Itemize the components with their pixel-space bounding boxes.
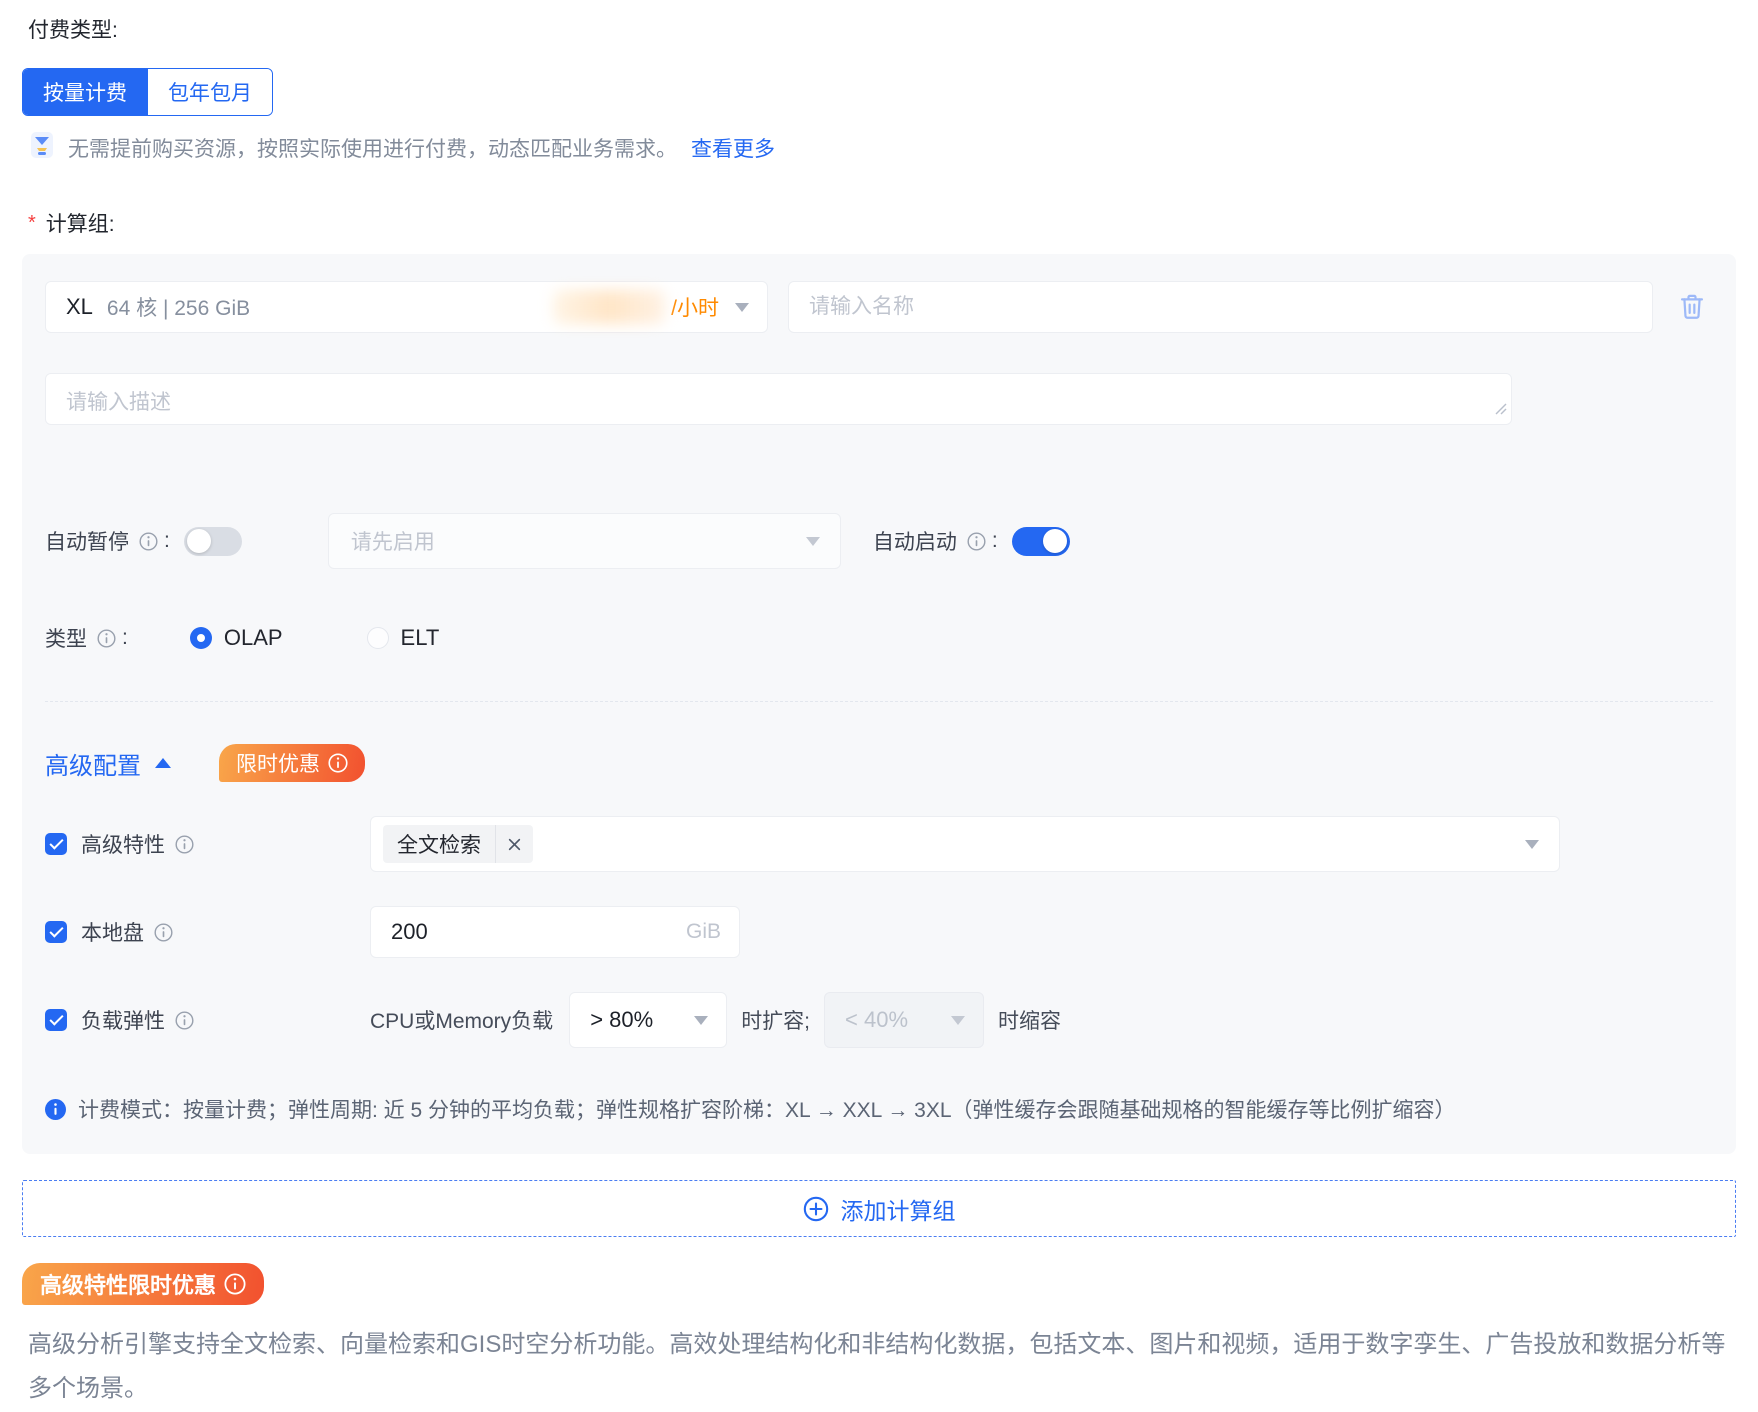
type-row: 类型 : OLAP ELT [45,623,1713,653]
load-elasticity-label: 负载弹性 [81,1010,165,1033]
load-elasticity-row: 负载弹性 CPU或Memory负载 > 80% 时扩容; < 40% 时缩容 [45,992,1713,1048]
billing-note-row: 计费模式：按量计费；弹性周期: 近 5 分钟的平均负载；弹性规格扩容阶梯：XL … [45,1094,1713,1124]
local-disk-size-input[interactable] [391,919,686,945]
chevron-down-icon [805,536,820,546]
info-icon[interactable] [139,531,158,551]
local-disk-row: 本地盘 GiB [45,906,1713,958]
chevron-up-icon[interactable] [155,758,171,768]
price-redacted-blur [553,290,666,324]
advanced-features-row: 高级特性 全文检索 [45,816,1713,872]
load-elasticity-checkbox[interactable] [45,1009,67,1031]
type-colon: : [122,626,128,649]
chevron-down-icon [1525,839,1539,849]
scale-up-threshold-value: > 80% [590,1007,654,1032]
price-unit: /小时 [671,297,719,320]
spec-detail: 64 核 | 256 GiB [106,297,251,320]
limited-time-offer-text: 限时优惠 [236,753,320,776]
delete-compute-group-button[interactable] [1679,293,1705,321]
limited-time-offer-badge: 限时优惠 [219,744,365,782]
promo-badge-text: 高级特性限时优惠 [40,1273,217,1298]
tab-pay-as-you-go[interactable]: 按量计费 [23,69,147,115]
dashed-divider [45,701,1713,702]
info-icon[interactable] [328,753,348,773]
compute-group-card: XL 64 核 | 256 GiB /小时 请输入名称 请输入描述 自动暂停:… [22,254,1736,1154]
chevron-down-icon [951,1015,966,1025]
auto-pause-toggle[interactable] [183,526,242,556]
auto-start-label: 自动启动 [872,531,957,554]
pause-select-placeholder: 请先启用 [350,531,435,554]
pay-as-you-go-icon [30,131,54,164]
local-disk-size-field: GiB [370,906,740,958]
auto-start-colon: : [991,529,998,552]
info-icon[interactable] [967,531,986,551]
feature-tag-label: 全文检索 [397,834,481,857]
name-input[interactable] [788,281,1653,333]
spec-select[interactable]: XL 64 核 | 256 GiB /小时 [45,281,768,333]
chevron-down-icon [735,302,749,312]
elastic-condition-prefix: CPU或Memory负载 [370,1010,554,1033]
plus-circle-icon [803,1196,829,1222]
info-icon[interactable] [154,922,173,942]
spec-row: XL 64 核 | 256 GiB /小时 [45,281,1713,333]
description-textarea[interactable] [45,373,1512,425]
payment-type-tab-group: 按量计费 包年包月 [22,68,273,116]
scale-down-threshold-select: < 40% [824,992,985,1048]
compute-group-label: 计算组: [45,213,115,236]
local-disk-unit: GiB [685,920,721,943]
compute-group-label-row: * 计算组: [0,208,1758,238]
description-row [45,373,1512,425]
resize-handle-icon[interactable] [1493,401,1507,420]
payment-hint-text: 无需提前购买资源，按照实际使用进行付费，动态匹配业务需求。 [68,137,677,161]
scale-down-threshold-value: < 40% [845,1007,909,1032]
advanced-features-checkbox[interactable] [45,833,67,855]
promo-badge: 高级特性限时优惠 [22,1263,265,1305]
scale-up-threshold-select[interactable]: > 80% [569,992,728,1048]
remove-tag-icon[interactable] [495,825,533,863]
auto-pause-label: 自动暂停 [45,531,129,554]
add-compute-group-button[interactable]: 添加计算组 [22,1180,1736,1237]
purchase-config-page: 付费类型: 按量计费 包年包月 无需提前购买资源，按照实际使用进行付费，动态匹配… [0,0,1758,1412]
tab-subscription[interactable]: 包年包月 [147,69,272,115]
advanced-config-toggle[interactable]: 高级配置 [45,746,141,781]
auto-pause-colon: : [164,529,170,552]
auto-start-toggle[interactable] [1011,526,1070,556]
view-more-link[interactable]: 查看更多 [691,133,775,163]
promo-description: 高级分析引擎支持全文检索、向量检索和GIS时空分析功能。高效处理结构化和非结构化… [28,1331,1726,1403]
advanced-config-header: 高级配置 限时优惠 [45,744,1713,782]
chevron-down-icon [694,1015,709,1025]
radio-selected-icon [189,627,212,649]
required-asterisk: * [28,211,36,234]
info-icon[interactable] [224,1273,246,1295]
radio-elt-label: ELT [400,625,440,650]
local-disk-label: 本地盘 [81,922,144,945]
info-icon[interactable] [175,1010,194,1030]
payment-type-label: 付费类型: [28,19,118,42]
info-filled-icon [45,1098,66,1120]
pause-schedule-select: 请先启用 [327,513,841,569]
info-icon[interactable] [97,628,116,648]
feature-tag-fulltext: 全文检索 [383,825,533,863]
info-icon[interactable] [175,834,194,854]
add-compute-group-label: 添加计算组 [840,1197,956,1224]
radio-option-elt[interactable]: ELT [366,625,440,651]
type-label: 类型 [45,628,87,651]
radio-unselected-icon [366,627,389,649]
spec-size: XL [66,294,93,319]
radio-olap-label: OLAP [223,625,283,650]
billing-note-text: 计费模式：按量计费；弹性周期: 近 5 分钟的平均负载；弹性规格扩容阶梯：XL … [78,1099,1456,1122]
local-disk-checkbox[interactable] [45,921,67,943]
auto-pause-row: 自动暂停 : 请先启用 自动启动 : [45,513,1713,569]
advanced-features-label: 高级特性 [81,834,165,857]
features-multiselect[interactable]: 全文检索 [370,816,1560,872]
scale-up-suffix: 时扩容; [741,1010,811,1033]
payment-hint-row: 无需提前购买资源，按照实际使用进行付费，动态匹配业务需求。 查看更多 [30,131,1758,164]
scale-down-suffix: 时缩容 [998,1010,1062,1033]
radio-option-olap[interactable]: OLAP [189,625,283,651]
